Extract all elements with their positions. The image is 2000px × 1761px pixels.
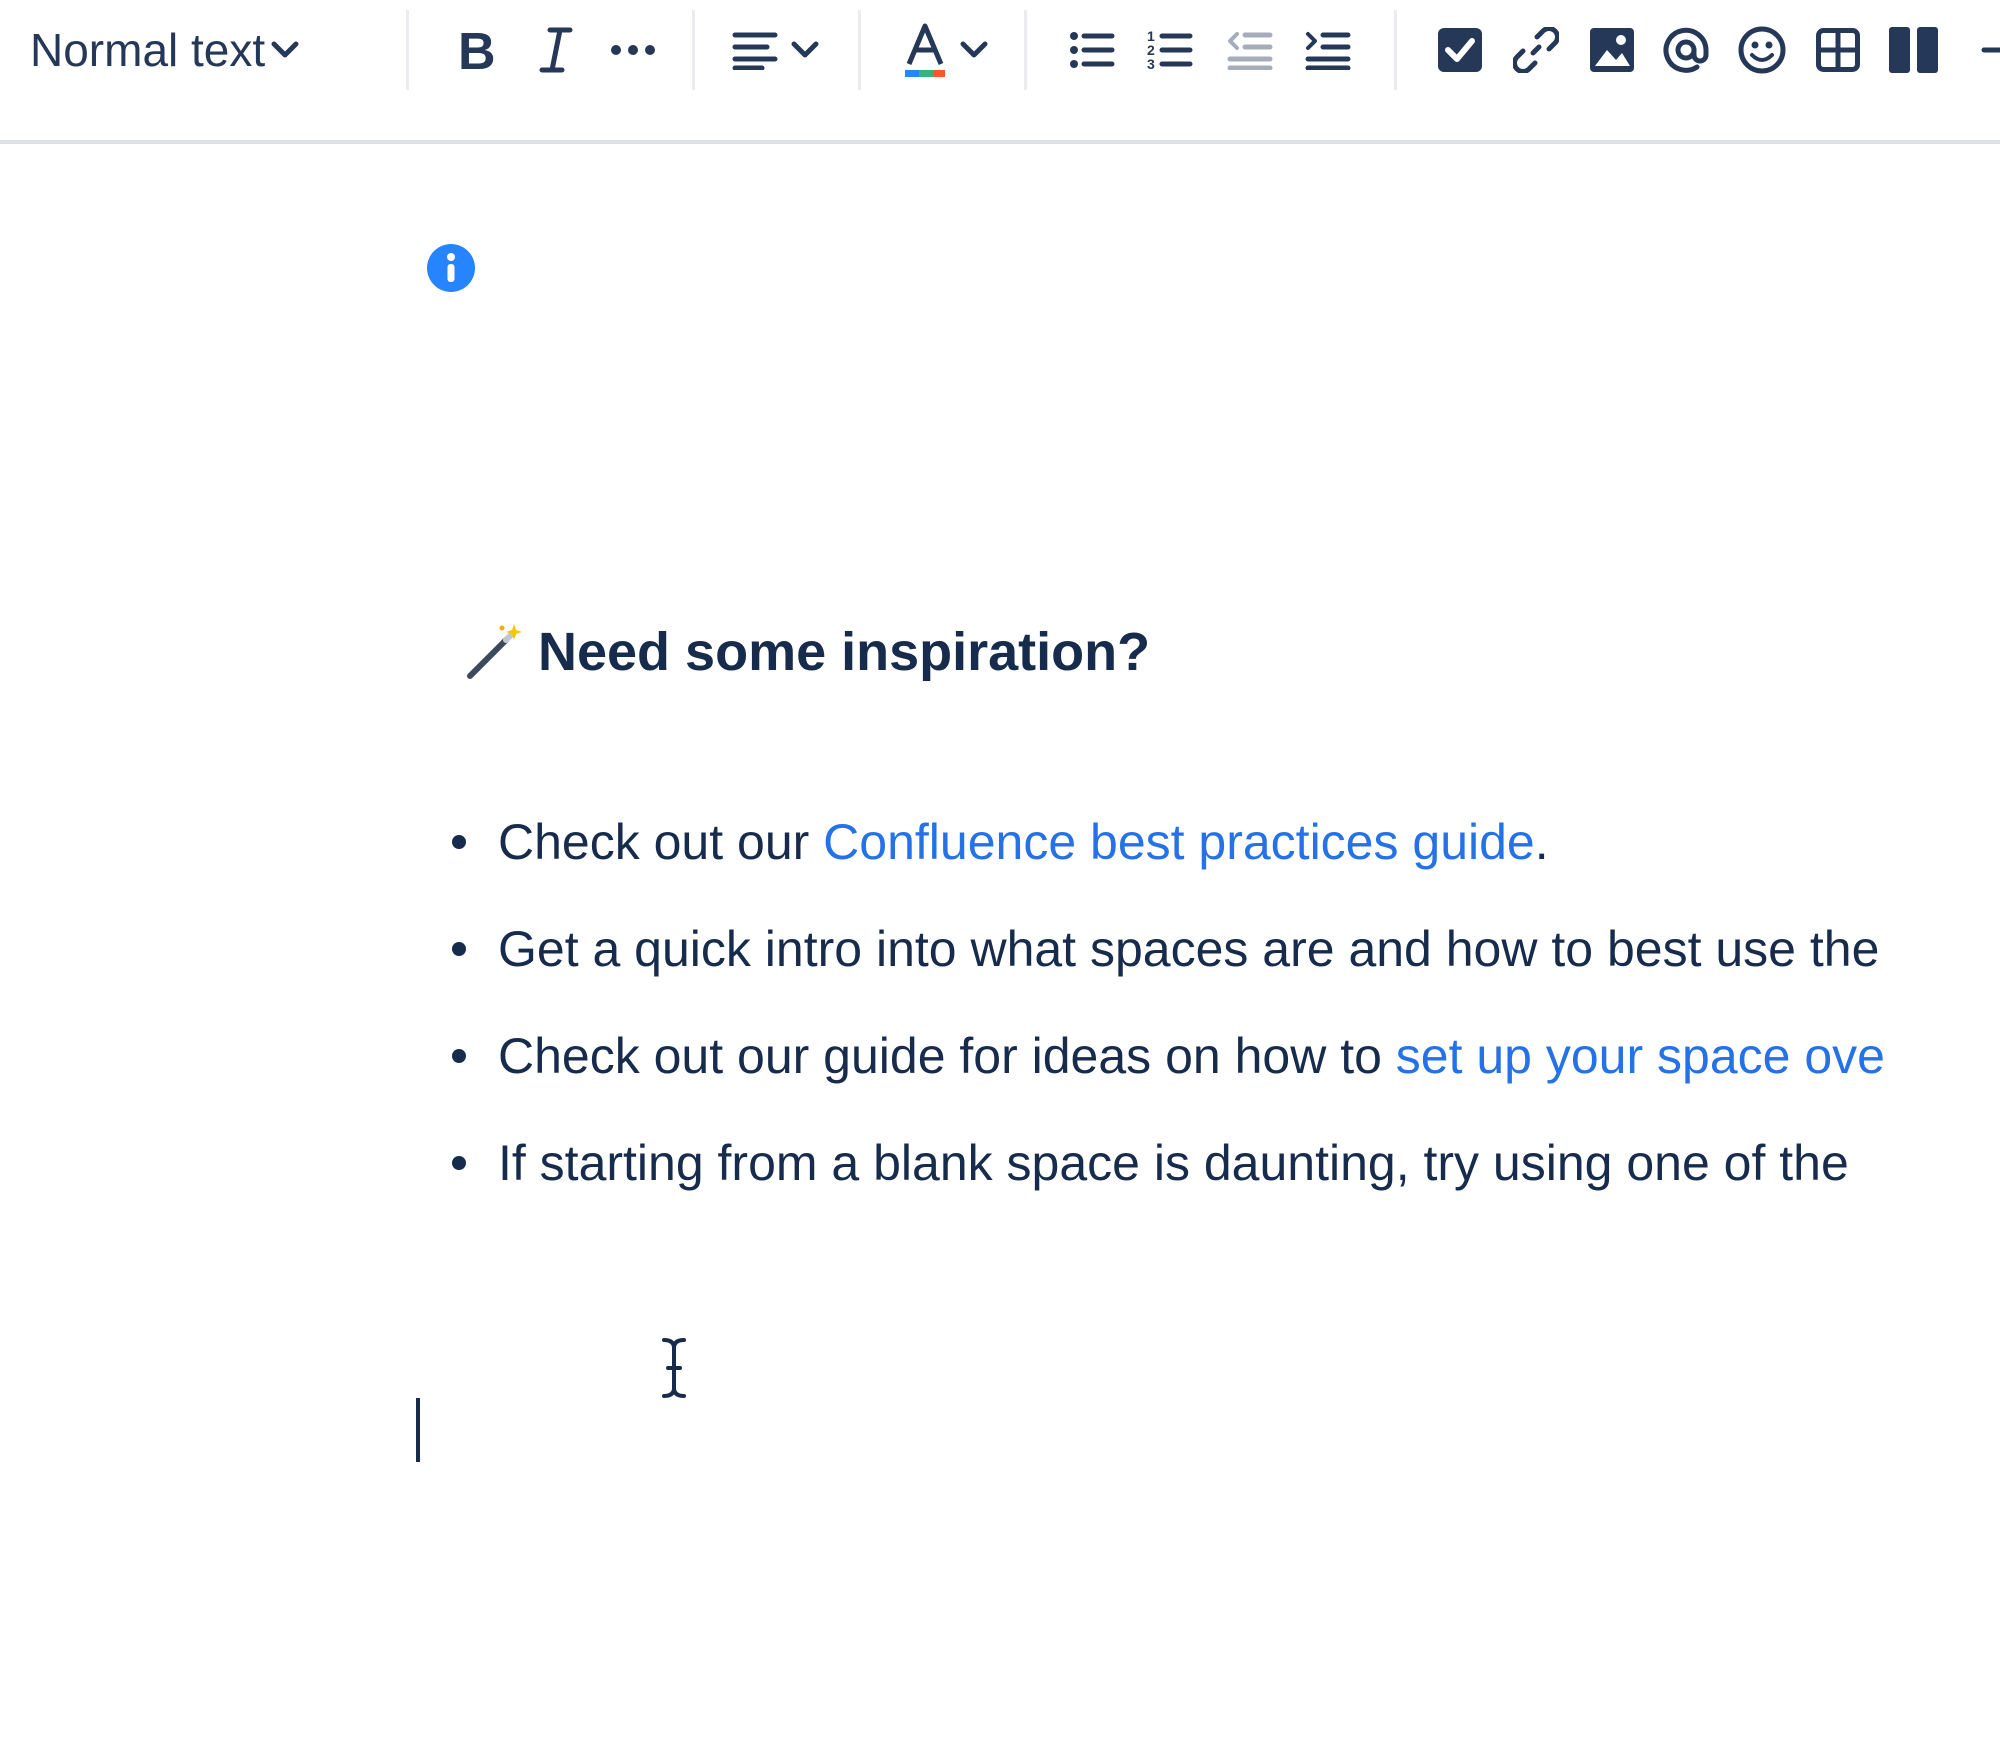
image-button[interactable] bbox=[1582, 14, 1642, 86]
table-icon bbox=[1816, 28, 1860, 72]
toolbar-divider bbox=[692, 10, 695, 90]
outdent-button[interactable] bbox=[1222, 14, 1278, 86]
list-item: If starting from a blank space is daunti… bbox=[440, 1121, 2000, 1228]
more-icon bbox=[611, 45, 655, 55]
list-item: Check out our Confluence best practices … bbox=[440, 800, 2000, 907]
bold-button[interactable]: B bbox=[446, 14, 506, 86]
alignment-button[interactable] bbox=[722, 14, 830, 86]
text-color-button[interactable] bbox=[890, 14, 1000, 86]
numbered-list-button[interactable]: 123 bbox=[1142, 14, 1198, 86]
more-insert-button[interactable] bbox=[1976, 14, 2000, 86]
list-item-text: If starting from a blank space is daunti… bbox=[498, 1135, 1849, 1191]
table-button[interactable] bbox=[1808, 14, 1868, 86]
text-caret bbox=[416, 1398, 420, 1462]
list-item: Get a quick intro into what spaces are a… bbox=[440, 907, 2000, 1014]
text-style-dropdown[interactable]: Normal text bbox=[30, 14, 320, 86]
bullet-list-button[interactable] bbox=[1064, 14, 1120, 86]
italic-icon bbox=[539, 27, 573, 73]
outdent-icon bbox=[1227, 32, 1273, 70]
more-formatting-button[interactable] bbox=[602, 14, 664, 86]
bullet-list-icon bbox=[1070, 32, 1115, 68]
chevron-down-icon bbox=[791, 41, 819, 58]
indent-icon bbox=[1305, 32, 1351, 70]
layouts-button[interactable] bbox=[1884, 14, 1944, 86]
heading-text: Need some inspiration? bbox=[538, 622, 1151, 682]
chevron-down-icon bbox=[270, 40, 300, 60]
toolbar-divider bbox=[1394, 10, 1397, 90]
link-button[interactable] bbox=[1506, 14, 1566, 86]
text-color-icon bbox=[905, 23, 945, 77]
link-icon bbox=[1513, 27, 1559, 73]
image-icon bbox=[1590, 28, 1634, 72]
toolbar-divider bbox=[1024, 10, 1027, 90]
align-left-icon bbox=[732, 32, 778, 70]
svg-text:B: B bbox=[458, 25, 496, 75]
italic-button[interactable] bbox=[526, 14, 586, 86]
list-item-text-end: . bbox=[1534, 814, 1549, 870]
editor-toolbar: Normal text B 123 bbox=[0, 0, 2000, 144]
list-item: Check out our guide for ideas on how to … bbox=[440, 1014, 2000, 1121]
toolbar-divider bbox=[406, 10, 409, 90]
mention-button[interactable] bbox=[1656, 14, 1716, 86]
info-icon bbox=[427, 244, 475, 292]
bullet-dot bbox=[452, 1156, 466, 1170]
inspiration-list: Check out our Confluence best practices … bbox=[440, 800, 2000, 1228]
numbered-list-icon: 123 bbox=[1147, 28, 1193, 72]
bullet-dot bbox=[452, 1049, 466, 1063]
layout-columns-icon bbox=[1889, 27, 1938, 73]
indent-button[interactable] bbox=[1300, 14, 1356, 86]
mention-icon bbox=[1663, 27, 1709, 73]
bullet-dot bbox=[452, 942, 466, 956]
emoji-button[interactable] bbox=[1732, 14, 1792, 86]
svg-text:3: 3 bbox=[1147, 56, 1155, 72]
list-item-text: Check out our guide for ideas on how to bbox=[498, 1028, 1396, 1084]
list-item-text: Check out our bbox=[498, 814, 824, 870]
text-style-label: Normal text bbox=[30, 24, 266, 76]
emoji-icon bbox=[1738, 26, 1786, 74]
action-item-button[interactable] bbox=[1430, 14, 1490, 86]
plus-icon bbox=[1981, 47, 2000, 53]
best-practices-link[interactable]: Confluence best practices guide bbox=[823, 814, 1535, 870]
space-overview-link[interactable]: set up your space ove bbox=[1396, 1028, 1885, 1084]
text-cursor-icon bbox=[662, 1338, 686, 1398]
inspiration-heading: Need some inspiration? bbox=[462, 620, 1150, 684]
magic-wand-icon bbox=[467, 624, 522, 679]
bullet-dot bbox=[452, 835, 466, 849]
list-item-text: Get a quick intro into what spaces are a… bbox=[498, 921, 1880, 977]
bold-icon: B bbox=[458, 25, 496, 75]
checkbox-icon bbox=[1438, 28, 1482, 72]
editor-content[interactable]: Need some inspiration? Check out our Con… bbox=[0, 144, 2000, 1761]
toolbar-divider bbox=[858, 10, 861, 90]
chevron-down-icon bbox=[960, 41, 988, 58]
